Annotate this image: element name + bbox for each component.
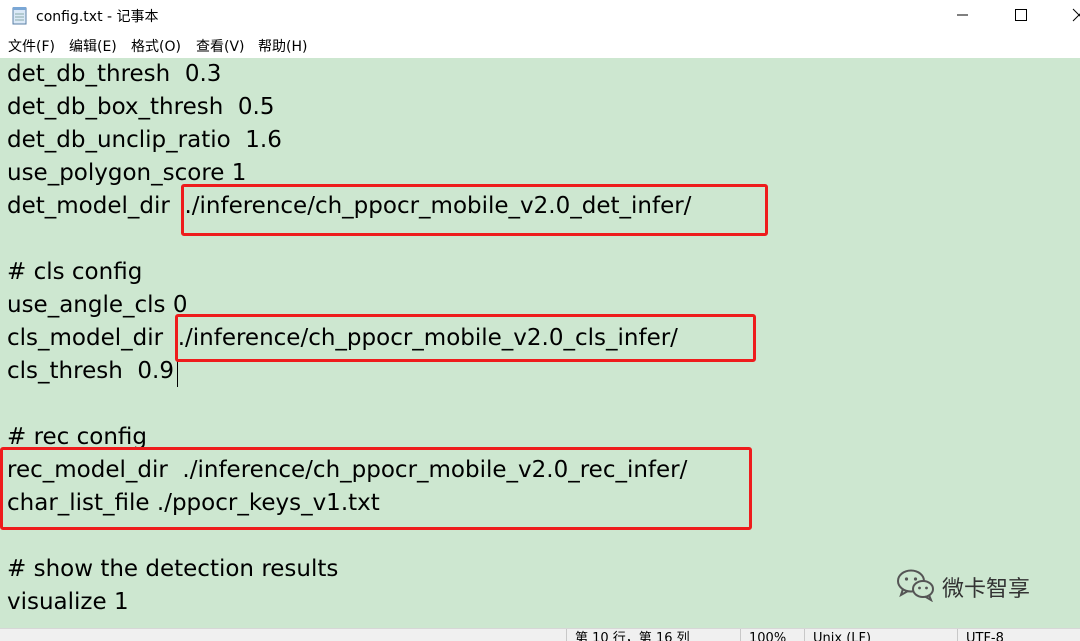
menu-help[interactable]: 帮助(H) (258, 36, 307, 56)
title-bar: config.txt - 记事本 (0, 0, 1080, 32)
text-editor[interactable]: det_db_thresh 0.3 det_db_box_thresh 0.5 … (0, 58, 1080, 628)
menu-edit[interactable]: 编辑(E) (69, 36, 117, 56)
menu-format[interactable]: 格式(O) (131, 36, 181, 56)
text-line: use_angle_cls 0 (7, 292, 188, 318)
text-caret (177, 361, 178, 387)
minimize-button[interactable] (940, 0, 986, 30)
text-line: cls_thresh 0.9 (7, 358, 174, 384)
highlight-det-model-dir (181, 184, 768, 236)
close-icon (1072, 8, 1080, 22)
wechat-icon (896, 568, 936, 606)
text-line: visualize 1 (7, 589, 129, 615)
text-line: det_db_box_thresh 0.5 (7, 94, 275, 120)
text-line: # show the detection results (7, 556, 339, 582)
maximize-icon (1015, 9, 1027, 21)
menu-bar: 文件(F) 编辑(E) 格式(O) 查看(V) 帮助(H) (0, 32, 1080, 58)
menu-view[interactable]: 查看(V) (196, 36, 245, 56)
text-line: det_db_unclip_ratio 1.6 (7, 127, 282, 153)
minimize-icon (957, 14, 968, 16)
window-title: config.txt - 记事本 (36, 9, 159, 25)
watermark-text: 微卡智享 (942, 577, 1031, 602)
text-line: det_db_thresh 0.3 (7, 61, 222, 87)
status-zoom: 100% (740, 629, 786, 641)
highlight-rec-config (0, 447, 752, 530)
status-bar: 第 10 行，第 16 列 100% Unix (LF) UTF-8 (0, 628, 1080, 641)
status-line-ending: Unix (LF) (804, 629, 871, 641)
text-line: # cls config (7, 259, 143, 285)
menu-file[interactable]: 文件(F) (8, 36, 55, 56)
notepad-icon (12, 6, 28, 25)
highlight-cls-model-dir (175, 314, 756, 362)
status-encoding: UTF-8 (957, 629, 1004, 641)
status-position: 第 10 行，第 16 列 (566, 629, 690, 641)
watermark: 微卡智享 (896, 568, 1030, 606)
close-button[interactable] (1056, 0, 1080, 30)
maximize-button[interactable] (998, 0, 1044, 30)
